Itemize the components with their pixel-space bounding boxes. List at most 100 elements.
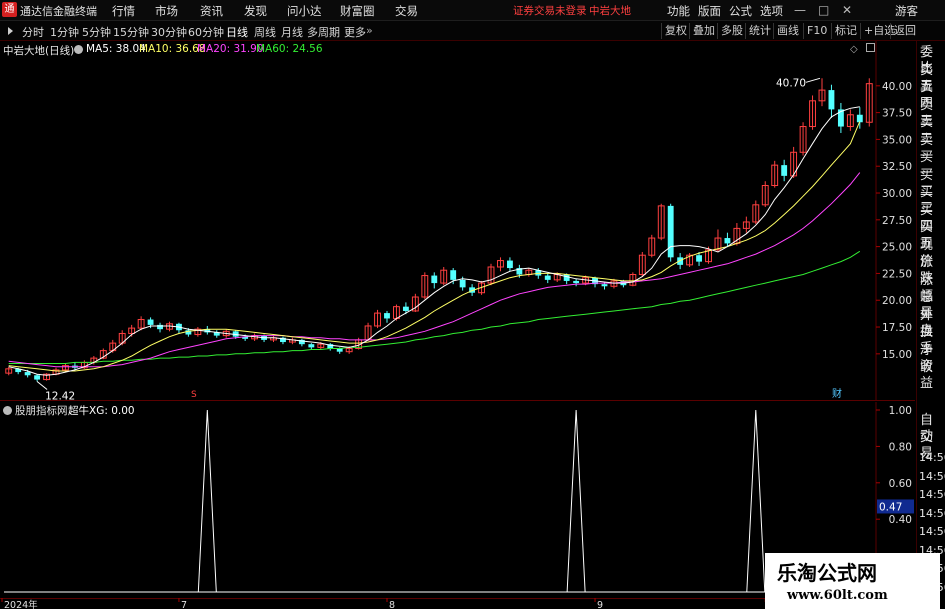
quote-side-panel: 委比 卖五 卖四 卖三 卖二 卖一 买一 买二 买三 买四 买五 现价 涨跌 涨幅 总量 外盘 换手 净资 收益 自动… bbox=[916, 41, 945, 609]
more-arrow-icon[interactable]: » bbox=[366, 24, 373, 37]
price-tick-label: 25.00 bbox=[882, 242, 912, 254]
candle-body-down bbox=[856, 114, 863, 123]
candle-body-down bbox=[450, 270, 457, 280]
ma5-line bbox=[8, 106, 860, 376]
draw-line-button[interactable]: 画线 bbox=[773, 23, 802, 39]
candle-body-down bbox=[828, 90, 835, 110]
candle-body-down bbox=[431, 275, 438, 284]
menu-item-trade[interactable]: 交易 bbox=[395, 3, 418, 19]
price-tick-label: 27.50 bbox=[882, 215, 912, 227]
price-tick-label: 30.00 bbox=[882, 188, 912, 200]
date-tick-label: 9 bbox=[597, 600, 603, 609]
menu-item-quotes[interactable]: 行情 bbox=[112, 3, 135, 19]
multi-stock-button[interactable]: 多股 bbox=[717, 23, 746, 39]
minimize-icon[interactable]: — bbox=[794, 3, 806, 17]
site-watermark: 乐淘公式网 www.60lt.com bbox=[765, 553, 940, 609]
period-intraday[interactable]: 分时 bbox=[22, 24, 44, 40]
menu-item-functions[interactable]: 功能 bbox=[667, 3, 690, 19]
menu-item-news[interactable]: 资讯 bbox=[200, 3, 223, 19]
period-monthly[interactable]: 月线 bbox=[281, 24, 303, 40]
candle-body-down bbox=[601, 284, 608, 287]
side-tick-time: 14:56 bbox=[919, 451, 945, 464]
back-button[interactable]: 返回 bbox=[890, 23, 919, 39]
low-price-label: 12.42 bbox=[45, 390, 75, 401]
candle-body-down bbox=[781, 165, 788, 176]
period-more[interactable]: 更多 bbox=[344, 24, 366, 40]
period-15min[interactable]: 15分钟 bbox=[113, 24, 149, 40]
menu-item-wealth[interactable]: 财富圈 bbox=[340, 3, 375, 19]
price-chart-svg: 40.00 37.50 35.00 32.50 30.00 27.50 25.00 22.50… bbox=[0, 41, 915, 402]
event-marker-s: S bbox=[191, 390, 197, 400]
watermark-title: 乐淘公式网 bbox=[777, 561, 877, 585]
date-tick-label: 2024年 bbox=[4, 599, 38, 609]
overlay-button[interactable]: 叠加 bbox=[689, 23, 718, 39]
side-tick-time: 14:56 bbox=[919, 488, 945, 501]
date-tick-label: 8 bbox=[389, 600, 395, 609]
candle-body-down bbox=[667, 205, 674, 258]
side-quote-label: 收益 bbox=[920, 360, 934, 391]
ma60-legend: MA60: 24.56 bbox=[256, 43, 323, 55]
indicator-current-value: 0.47 bbox=[879, 501, 902, 513]
high-pointer bbox=[805, 77, 821, 83]
candle-body-down bbox=[724, 238, 731, 244]
candle-body-down bbox=[506, 260, 513, 269]
menu-item-assistant[interactable]: 问小达 bbox=[287, 3, 322, 19]
app-logo-icon: 通 bbox=[2, 2, 17, 17]
close-icon[interactable]: ✕ bbox=[842, 3, 852, 17]
indicator-tick-label: 0.40 bbox=[889, 514, 912, 526]
period-60min[interactable]: 60分钟 bbox=[188, 24, 224, 40]
price-tick-label: 17.50 bbox=[882, 322, 912, 334]
candle-body-down bbox=[308, 344, 315, 348]
indicator-tick-label: 1.00 bbox=[889, 405, 912, 417]
candle-body-down bbox=[34, 375, 41, 380]
period-daily[interactable]: 日线 bbox=[226, 24, 248, 40]
price-tick-label: 35.00 bbox=[882, 134, 912, 146]
candle-body-down bbox=[544, 275, 551, 280]
price-tick-label: 22.50 bbox=[882, 268, 912, 280]
main-price-chart[interactable]: 40.00 37.50 35.00 32.50 30.00 27.50 25.00 22.50… bbox=[0, 41, 915, 402]
statistics-button[interactable]: 统计 bbox=[745, 23, 774, 39]
period-multi[interactable]: 多周期 bbox=[307, 24, 340, 40]
chart-maximize-icon[interactable] bbox=[866, 43, 875, 52]
candle-body-down bbox=[573, 280, 580, 284]
candle-body-down bbox=[459, 279, 466, 288]
menu-item-formula[interactable]: 公式 bbox=[729, 3, 752, 19]
ma60-line bbox=[8, 250, 861, 364]
price-tick-label: 32.50 bbox=[882, 161, 912, 173]
ma10-line bbox=[8, 121, 861, 372]
menu-item-layout[interactable]: 版面 bbox=[698, 3, 721, 19]
stock-period-legend: 中岩大地(日线) bbox=[3, 45, 75, 57]
maximize-icon[interactable]: □ bbox=[818, 3, 829, 17]
user-guest[interactable]: 游客 bbox=[895, 3, 918, 19]
legend-toggle-icon[interactable] bbox=[74, 45, 83, 54]
price-tick-label: 15.00 bbox=[882, 349, 912, 361]
period-5min[interactable]: 5分钟 bbox=[82, 24, 111, 40]
period-weekly[interactable]: 周线 bbox=[254, 24, 276, 40]
ma20-legend: MA20: 31.90 bbox=[197, 43, 264, 55]
low-pointer bbox=[36, 381, 48, 390]
high-price-label: 40.70 bbox=[776, 77, 806, 89]
mark-button[interactable]: 标记 bbox=[831, 23, 860, 39]
ma5-legend: MA5: 38.04 bbox=[86, 43, 146, 55]
side-tick-time: 14:56 bbox=[919, 525, 945, 538]
trade-login-status[interactable]: 证券交易未登录 bbox=[513, 3, 587, 18]
candle-body-down bbox=[24, 372, 31, 376]
toolbar-arrow-icon[interactable] bbox=[8, 27, 13, 35]
period-1min[interactable]: 1分钟 bbox=[50, 24, 79, 40]
ma20-line bbox=[8, 172, 861, 368]
menu-item-market[interactable]: 市场 bbox=[155, 3, 178, 19]
current-stock-name: 中岩大地 bbox=[589, 5, 631, 17]
candle-body-down bbox=[563, 274, 570, 281]
diamond-icon[interactable]: ◇ bbox=[850, 44, 858, 55]
price-tick-label: 20.00 bbox=[882, 295, 912, 307]
menu-item-options[interactable]: 选项 bbox=[760, 3, 783, 19]
indicator-tick-label: 0.60 bbox=[889, 478, 912, 490]
indicator-toggle-icon[interactable] bbox=[3, 406, 12, 415]
ma10-legend: MA10: 36.68 bbox=[139, 43, 206, 55]
adjust-button[interactable]: 复权 bbox=[661, 23, 690, 39]
menu-item-discover[interactable]: 发现 bbox=[244, 3, 267, 19]
period-30min[interactable]: 30分钟 bbox=[151, 24, 187, 40]
f10-button[interactable]: F10 bbox=[803, 23, 830, 39]
price-tick-label: 40.00 bbox=[882, 81, 912, 93]
event-marker-finance: 财 bbox=[832, 387, 842, 400]
